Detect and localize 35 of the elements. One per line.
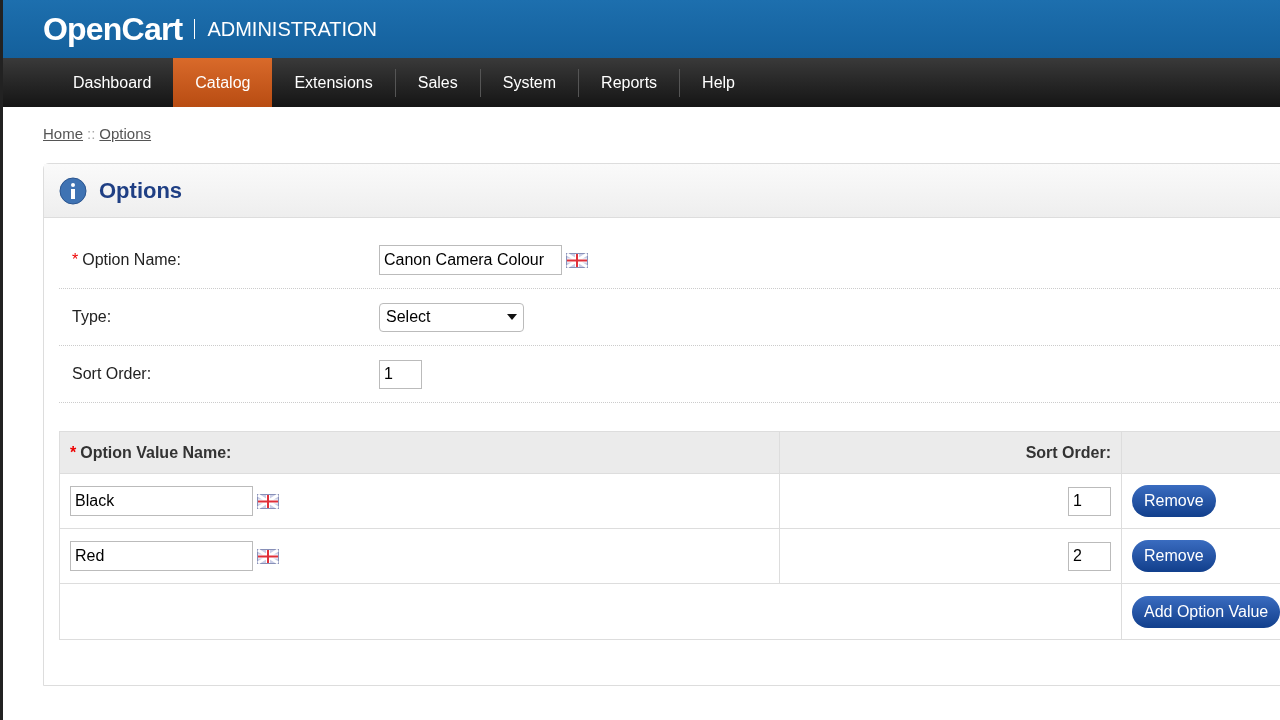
value-name-input[interactable]: Red [70,541,253,571]
sort-order-input[interactable]: 2 [1068,541,1111,571]
flag-icon [257,493,279,509]
nav-tab[interactable]: Help [680,58,757,107]
type-select[interactable]: Select [379,302,524,332]
nav-tab[interactable]: Extensions [272,58,395,107]
caret-icon [507,314,517,320]
nav-tab[interactable]: Reports [579,58,680,107]
flag-icon [257,548,279,564]
field-label: Sort Order: [72,364,152,384]
header-subtitle: ADMINISTRATION [207,17,378,42]
field-label: Type: [72,307,112,327]
required-asterisk: * [72,250,79,270]
column-header: Option Value Name: [80,442,232,463]
breadcrumb-link[interactable]: Options [99,123,152,146]
breadcrumb-separator: :: [87,124,96,144]
nav-tab[interactable]: Catalog [173,58,273,107]
info-icon [59,176,87,205]
sort-order-input[interactable]: 1 [1068,486,1111,516]
field-label: Option Name: [82,250,181,270]
value-name-input[interactable]: Black [70,486,253,516]
nav-tab[interactable]: System [480,58,579,107]
breadcrumb-link[interactable]: Home [43,123,83,146]
flag-icon [566,252,588,268]
nav-tab[interactable]: Dashboard [51,58,174,107]
add-option-value-button[interactable]: Add Option Value [1132,595,1280,628]
remove-button[interactable]: Remove [1132,485,1216,517]
panel-title: Options [99,177,183,205]
nav-tab[interactable]: Sales [395,58,480,107]
logo: OpenCart [43,10,183,49]
column-header: Sort Order: [1025,442,1111,463]
text-input[interactable]: Canon Camera Colour [379,245,562,275]
required-asterisk: * [70,442,77,463]
remove-button[interactable]: Remove [1132,540,1216,572]
sort-order-input[interactable]: 1 [379,359,422,389]
